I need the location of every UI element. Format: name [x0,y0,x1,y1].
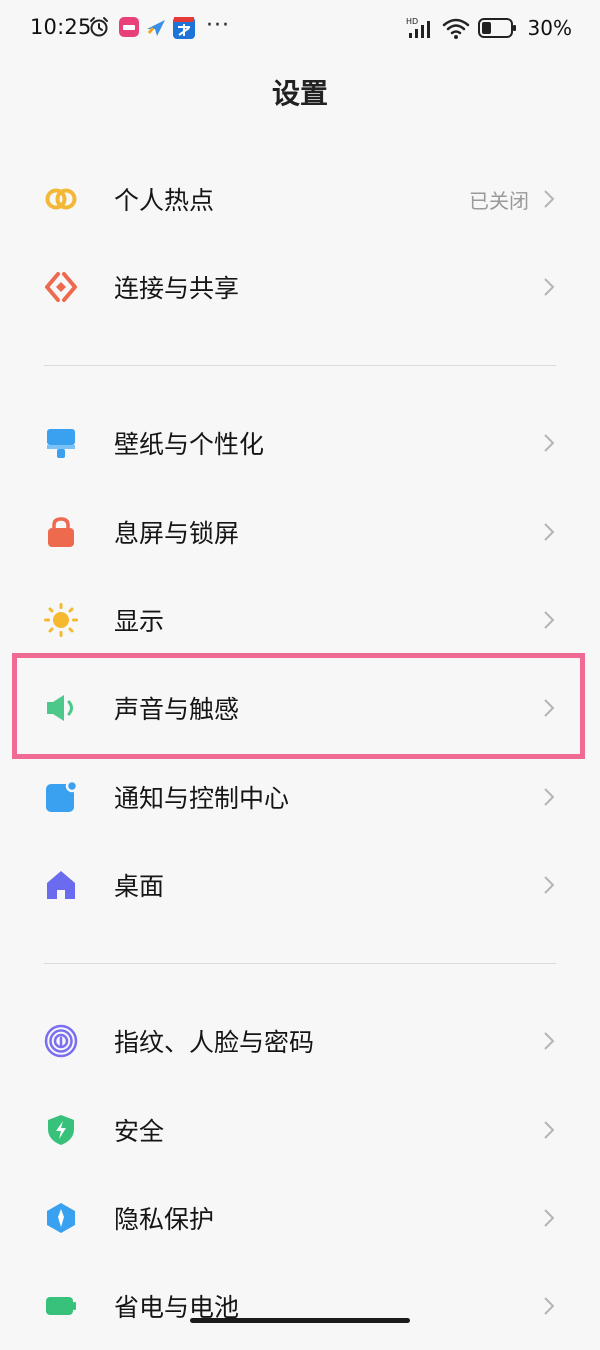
section-divider [44,963,556,964]
settings-item-label: 桌面 [114,872,165,901]
chevron-right-icon [544,1209,555,1227]
settings-item-label: 显示 [114,607,165,636]
settings-item-display[interactable]: 显示 [0,576,600,664]
settings-item-home-screen[interactable]: 桌面 [0,841,600,929]
chevron-right-icon [544,611,555,629]
settings-item-security[interactable]: 安全 [0,1086,600,1174]
section-divider [44,365,556,366]
settings-item-label: 指纹、人脸与密码 [114,1028,315,1057]
alarm-icon [90,17,108,37]
chevron-right-icon [544,1032,555,1050]
hd-badge: HD [406,17,418,26]
settings-item-fingerprint[interactable]: 指纹、人脸与密码 [0,997,600,1085]
page-title: 设置 [271,77,328,110]
settings-item-label: 安全 [114,1117,165,1146]
privacy-icon [47,1203,75,1233]
chevron-right-icon [544,1297,555,1315]
wifi-icon [442,18,469,39]
settings-item-hotspot[interactable]: 个人热点 已关闭 [0,155,600,243]
chevron-right-icon [544,788,555,806]
settings-item-battery[interactable]: 省电与电池 [0,1262,600,1350]
status-time: 10:25 [30,15,92,39]
settings-item-label: 隐私保护 [114,1205,215,1234]
settings-item-label: 息屏与锁屏 [114,519,240,548]
signal-icon: HD [406,17,430,38]
notification-icon [46,780,78,812]
settings-item-label: 壁纸与个性化 [114,430,265,459]
home-indicator[interactable] [190,1318,410,1323]
chevron-right-icon [544,190,555,208]
connection-sharing-icon [45,272,77,302]
settings-item-label: 通知与控制中心 [114,784,290,813]
settings-item-label: 连接与共享 [114,274,240,303]
hotspot-icon [45,188,77,210]
battery-status-icon [477,18,516,38]
status-right: HD 30% [406,13,572,43]
chevron-right-icon [544,1121,555,1139]
lock-icon [48,517,74,547]
chevron-right-icon [544,434,555,452]
chevron-right-icon [544,523,555,541]
wallpaper-icon [47,429,75,458]
settings-item-notification[interactable]: 通知与控制中心 [0,753,600,841]
fingerprint-icon [44,1024,78,1058]
travel-app-icon [147,20,165,36]
shield-icon [48,1115,74,1145]
more-notifications-icon: ··· [206,13,230,38]
battery-icon [46,1297,76,1315]
settings-item-label: 个人热点 [114,186,215,215]
hotspot-status: 已关闭 [469,189,529,213]
home-icon [47,871,75,899]
chevron-right-icon [544,278,555,296]
settings-item-connection-sharing[interactable]: 连接与共享 [0,243,600,331]
chevron-right-icon [544,876,555,894]
sun-icon [44,603,78,637]
status-bar: 10:25 ··· HD 30% [0,0,600,60]
app-notification-icon [119,17,139,37]
alipay-icon [173,17,195,39]
battery-percent: 30% [527,16,572,40]
highlight-box [12,653,585,759]
settings-item-wallpaper[interactable]: 壁纸与个性化 [0,399,600,487]
settings-item-privacy[interactable]: 隐私保护 [0,1174,600,1262]
settings-item-lock-screen[interactable]: 息屏与锁屏 [0,488,600,576]
